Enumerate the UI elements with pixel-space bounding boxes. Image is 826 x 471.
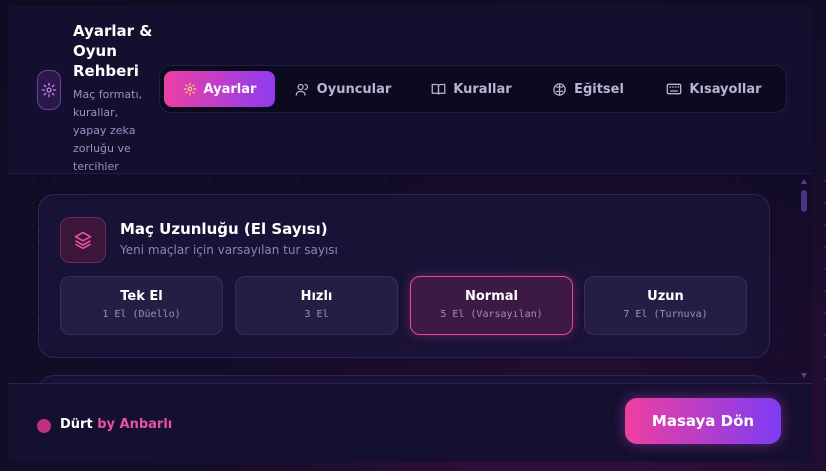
brand-credit: Dürt by Anbarlı xyxy=(60,417,172,432)
card-subtitle: Yeni maçlar için varsayılan tur sayısı xyxy=(120,243,338,257)
settings-gear-icon xyxy=(37,70,61,110)
tab-label: Oyuncular xyxy=(316,81,392,97)
card-title: Maç Uzunluğu (El Sayısı) xyxy=(120,220,328,238)
scroll-down-arrow[interactable] xyxy=(801,373,807,378)
brain-icon xyxy=(553,82,566,96)
option-value: 1 El (Düello) xyxy=(102,309,181,320)
brand-author: by Anbarlı xyxy=(97,417,173,432)
return-to-table-button[interactable]: Masaya Dön xyxy=(625,398,781,444)
option-normal[interactable]: Normal 5 El (Varsayılan) xyxy=(410,276,573,335)
option-hizli[interactable]: Hızlı 3 El xyxy=(235,276,398,335)
tab-bar: Ayarlar Oyuncular Kurallar Eğitsel Kısay… xyxy=(159,65,787,113)
tab-kisayollar[interactable]: Kısayollar xyxy=(644,71,784,107)
tab-label: Kurallar xyxy=(453,81,512,97)
keyboard-icon xyxy=(667,83,682,95)
tab-label: Kısayollar xyxy=(689,81,762,97)
option-value: 3 El xyxy=(304,309,329,320)
scrollbar-thumb[interactable] xyxy=(801,190,807,212)
tab-kurallar[interactable]: Kurallar xyxy=(411,71,532,107)
brand-dot-icon xyxy=(37,419,51,433)
tab-egitsel[interactable]: Eğitsel xyxy=(532,71,644,107)
option-name: Tek El xyxy=(120,289,163,304)
gear-icon xyxy=(183,82,196,96)
option-name: Normal xyxy=(465,289,518,304)
page-title: Ayarlar & Oyun Rehberi xyxy=(73,22,153,80)
option-value: 5 El (Varsayılan) xyxy=(440,309,543,320)
option-value: 7 El (Turnuva) xyxy=(623,309,708,320)
panel-header: Ayarlar & Oyun Rehberi Maç formatı, kura… xyxy=(8,6,812,174)
option-name: Hızlı xyxy=(300,289,333,304)
brand-name: Dürt xyxy=(60,417,93,432)
users-icon xyxy=(295,83,308,96)
option-tek-el[interactable]: Tek El 1 El (Düello) xyxy=(60,276,223,335)
tab-label: Eğitsel xyxy=(574,81,624,97)
match-length-card: Maç Uzunluğu (El Sayısı) Yeni maçlar içi… xyxy=(38,194,770,358)
layers-icon xyxy=(60,217,106,263)
option-name: Uzun xyxy=(647,289,684,304)
book-icon xyxy=(431,83,446,95)
tab-label: Ayarlar xyxy=(203,81,257,97)
tab-ayarlar[interactable]: Ayarlar xyxy=(164,71,275,107)
footer: Dürt by Anbarlı Masaya Dön xyxy=(8,383,812,462)
option-uzun[interactable]: Uzun 7 El (Turnuva) xyxy=(584,276,747,335)
page-subtitle: Maç formatı, kurallar, yapay zeka zorluğ… xyxy=(73,88,143,173)
tab-oyuncular[interactable]: Oyuncular xyxy=(275,71,411,107)
scroll-up-arrow[interactable] xyxy=(801,179,807,184)
settings-panel: Ayarlar & Oyun Rehberi Maç formatı, kura… xyxy=(8,6,812,462)
